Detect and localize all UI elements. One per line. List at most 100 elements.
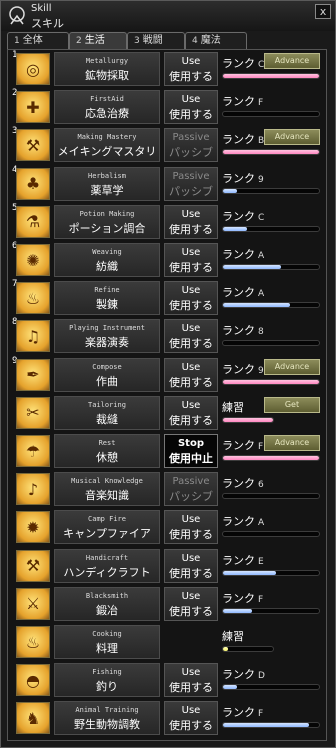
skill-row[interactable]: 8 ♫ Playing Instrument 楽器演奏 Use 使用する ランク 8 [8,317,326,355]
clover-icon[interactable]: ♣ [16,167,50,200]
skill-row[interactable]: 1 ◎ Metallurgy 鉱物採取 Use 使用する ランク C Advance [8,50,326,88]
use-button[interactable]: Use 使用する [164,52,218,86]
rank-text: ランク [222,362,255,376]
skill-name-box[interactable]: Playing Instrument 楽器演奏 [54,319,160,354]
advance-button[interactable]: Advance [264,129,320,146]
exp-bar-fill [223,685,238,690]
skill-row[interactable]: 5 ⚗ Potion Making ポーション調合 Use 使用する ランク C [8,203,326,241]
advance-button[interactable]: Advance [264,435,320,451]
skill-row[interactable]: 2 ✚ FirstAid 応急治療 Use 使用する ランク F [8,88,326,126]
skill-name-box[interactable]: Musical Knowledge 音楽知識 [54,472,160,507]
exp-bar-fill [223,74,319,78]
skill-name-en: Playing Instrument [69,324,145,333]
use-button[interactable]: Use 使用する [164,319,218,354]
use-button[interactable]: Use 使用する [164,701,218,736]
skill-name-box[interactable]: Cooking 料理 [54,625,160,659]
stop-button[interactable]: Stop 使用中止 [164,434,218,468]
skill-row[interactable]: ⚒ Handicraft ハンディクラフト Use 使用する ランク E [8,547,326,585]
fish-icon[interactable]: ◓ [16,664,50,697]
fire-icon[interactable]: ✹ [16,511,50,544]
skill-name-box[interactable]: Making Mastery メイキングマスタリ [54,128,160,163]
skill-name-box[interactable]: Fishing 釣り [54,663,160,698]
skill-row[interactable]: ✹ Camp Fire キャンプファイア Use 使用する ランク A [8,508,326,546]
advance-button[interactable]: Advance [264,358,320,375]
flask-icon[interactable]: ⚗ [16,205,50,238]
window-title-jp: スキル [31,17,64,30]
skill-name-box[interactable]: Blacksmith 鍛冶 [54,586,160,621]
use-button[interactable]: Use 使用する [164,548,218,583]
bandage-icon[interactable]: ✚ [16,91,50,124]
skill-list[interactable]: 1 ◎ Metallurgy 鉱物採取 Use 使用する ランク C Advance 2 ✚ Firs… [7,49,327,741]
scissors-icon[interactable]: ✂ [16,396,50,429]
skill-row[interactable]: ☂ Rest 休憩 Stop 使用中止 ランク F Advance [8,432,326,470]
hammer-icon[interactable]: ⚒ [16,549,50,582]
skill-row[interactable]: 4 ♣ Herbalism 薬草学 Passive パッシブ ランク 9 [8,165,326,203]
exp-bar [222,493,320,500]
exp-bar [222,340,320,347]
use-button[interactable]: Use 使用する [164,90,218,125]
campfire-rest-icon[interactable]: ☂ [16,435,50,467]
skill-row[interactable]: ♪ Musical Knowledge 音楽知識 Passive パッシブ ランク 6 [8,470,326,508]
use-button[interactable]: Use 使用する [164,281,218,316]
passive-indicator: Passive パッシブ [164,166,218,201]
skill-row[interactable]: ✂ Tailoring 裁縫 Use 使用する 練習 Get [8,394,326,432]
skill-row[interactable]: 3 ⚒ Making Mastery メイキングマスタリ Passive パッシブ ランク B… [8,126,326,164]
skill-name-en: Potion Making [79,209,135,218]
rank-level: A [258,289,265,300]
skill-name-box[interactable]: Handicraft ハンディクラフト [54,548,160,583]
skill-icon-glyph: ✹ [26,517,40,537]
spindle-icon[interactable]: ✺ [16,244,50,276]
tab-all[interactable]: 1 全体 [7,32,69,49]
skill-name-box[interactable]: Rest 休憩 [54,434,160,468]
skill-row[interactable]: ◓ Fishing 釣り Use 使用する ランク D [8,661,326,699]
skill-name-box[interactable]: Potion Making ポーション調合 [54,204,160,239]
note-icon[interactable]: ♪ [16,473,50,506]
skill-row[interactable]: ♞ Animal Training 野生動物調教 Use 使用する ランク F [8,699,326,737]
skill-name-box[interactable]: Tailoring 裁縫 [54,395,160,430]
skill-name-box[interactable]: Compose 作曲 [54,357,160,392]
skill-name-box[interactable]: Animal Training 野生動物調教 [54,701,160,736]
chef-hat-icon[interactable]: ♨ [16,626,50,658]
tab-magic[interactable]: 4 魔法 [185,32,247,49]
use-button[interactable]: Use 使用する [164,663,218,698]
animal-icon[interactable]: ♞ [16,702,50,735]
use-button[interactable]: Use 使用する [164,243,218,277]
rank-label: ランク C [222,55,264,71]
rank-level: 8 [258,327,264,338]
skill-icon-glyph: ✚ [26,97,40,117]
close-button[interactable]: x [315,4,331,19]
skill-name-box[interactable]: Weaving 紡織 [54,243,160,277]
skill-name-box[interactable]: FirstAid 応急治療 [54,90,160,125]
lute-icon[interactable]: ♫ [16,320,50,353]
tab-combat[interactable]: 3 戦闘 [127,32,185,49]
exp-bar-fill [223,608,252,613]
skill-row[interactable]: 9 ✒ Compose 作曲 Use 使用する ランク 9 Advance [8,356,326,394]
title-bar[interactable]: Skill スキル x [1,1,335,31]
use-button[interactable]: Use 使用する [164,357,218,392]
get-button[interactable]: Get [264,396,320,413]
use-button[interactable]: Use 使用する [164,395,218,430]
use-button[interactable]: Use 使用する [164,586,218,621]
use-button[interactable]: Use 使用する [164,510,218,545]
workbench-icon[interactable]: ⚒ [16,129,50,162]
skill-row[interactable]: ♨ Cooking 料理 練習 [8,623,326,661]
rank-level: A [258,518,265,529]
skill-name-box[interactable]: Refine 製錬 [54,281,160,316]
skill-row[interactable]: 6 ✺ Weaving 紡織 Use 使用する ランク A [8,241,326,279]
skill-name-box[interactable]: Camp Fire キャンプファイア [54,510,160,545]
pan-icon[interactable]: ◎ [16,53,50,85]
skill-name-en: Making Mastery [77,133,137,142]
skill-row[interactable]: ⚔ Blacksmith 鍛冶 Use 使用する ランク F [8,585,326,623]
skill-row[interactable]: 7 ♨ Refine 製錬 Use 使用する ランク A [8,279,326,317]
button-label-en: Use [181,208,201,220]
anvil-icon[interactable]: ⚔ [16,587,50,620]
furnace-icon[interactable]: ♨ [16,282,50,315]
skill-name-box[interactable]: Herbalism 薬草学 [54,166,160,201]
use-button[interactable]: Use 使用する [164,204,218,239]
passive-indicator: Passive パッシブ [164,472,218,507]
rank-text: ランク [222,171,255,185]
quill-icon[interactable]: ✒ [16,358,50,391]
tab-life[interactable]: 2 生活 [69,32,127,49]
skill-name-box[interactable]: Metallurgy 鉱物採取 [54,52,160,86]
advance-button[interactable]: Advance [264,53,320,69]
